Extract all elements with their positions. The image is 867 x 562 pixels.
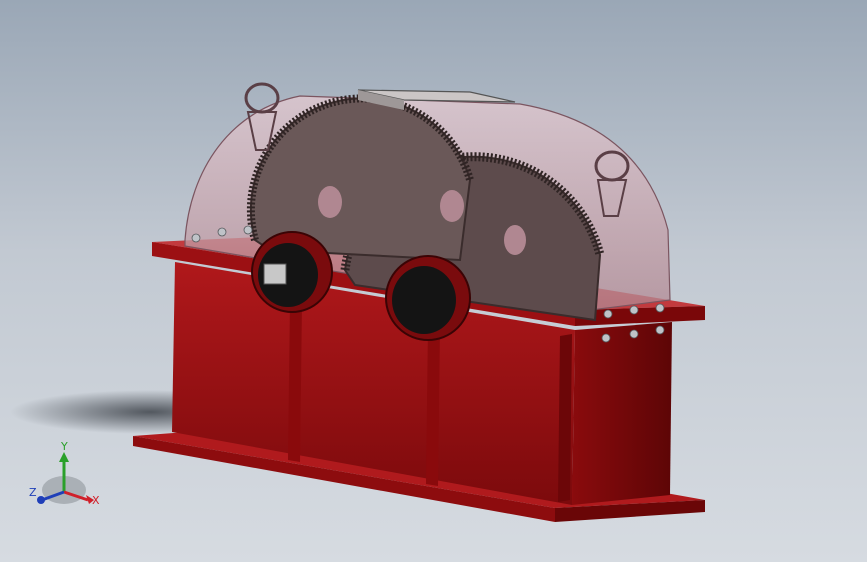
y-axis-label: Y bbox=[60, 440, 68, 453]
rib-middle bbox=[426, 325, 440, 486]
y-axis-arrow bbox=[59, 452, 69, 462]
graphics-viewport[interactable]: Y X Z bbox=[0, 0, 867, 562]
axis-triad: Y X Z bbox=[29, 440, 100, 507]
input-shaft bbox=[263, 263, 287, 285]
gearbox-model[interactable] bbox=[0, 0, 867, 562]
gear-hole bbox=[318, 186, 342, 218]
bearing-cap-right bbox=[392, 266, 456, 334]
z-axis-end bbox=[37, 496, 45, 504]
z-axis-label: Z bbox=[29, 486, 37, 499]
lower-housing-side bbox=[572, 322, 672, 505]
gear-hole bbox=[504, 225, 526, 255]
x-axis-label: X bbox=[92, 494, 100, 507]
rib-left bbox=[288, 300, 302, 462]
rib-side bbox=[558, 334, 572, 502]
gear-hole bbox=[440, 190, 464, 222]
